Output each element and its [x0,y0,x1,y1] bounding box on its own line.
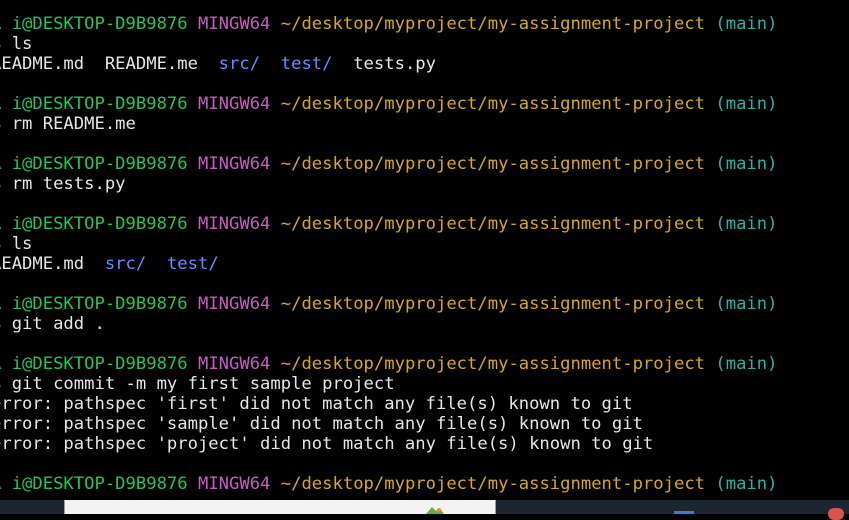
prompt-line: A i@DESKTOP-D9B9876 MINGW64 ~/desktop/my… [0,474,777,494]
prompt-line: A i@DESKTOP-D9B9876 MINGW64 ~/desktop/my… [0,14,777,34]
command-line: $ git commit -m my first sample project [0,374,777,394]
prompt-user-host: A i@DESKTOP-D9B9876 [0,94,188,114]
command-text: $ ls [0,234,33,254]
directory-name: src/ [218,54,261,74]
prompt-user-host: A i@DESKTOP-D9B9876 [0,474,188,494]
prompt-path: ~/desktop/myproject/my-assignment-projec… [280,14,706,34]
output-text: README.md [0,254,105,274]
prompt-user-host: A i@DESKTOP-D9B9876 [0,294,188,314]
prompt-branch: (main) [715,94,778,114]
prompt-user-host: A i@DESKTOP-D9B9876 [0,214,188,234]
command-line: $ rm README.me [0,114,777,134]
prompt-user-host: A i@DESKTOP-D9B9876 [0,14,188,34]
prompt-env: MINGW64 [197,214,271,234]
prompt-line: A i@DESKTOP-D9B9876 MINGW64 ~/desktop/my… [0,94,777,114]
output-line: README.md src/ test/ [0,254,777,274]
prompt-branch: (main) [715,14,778,34]
app-icon [426,507,444,514]
prompt-line: A i@DESKTOP-D9B9876 MINGW64 ~/desktop/my… [0,354,777,374]
command-line: $ ls [0,34,777,54]
output-text: error: pathspec 'project' did not match … [0,434,654,454]
terminal-window[interactable]: A i@DESKTOP-D9B9876 MINGW64 ~/desktop/my… [0,0,849,500]
output-line: error: pathspec 'sample' did not match a… [0,414,777,434]
prompt-path: ~/desktop/myproject/my-assignment-projec… [280,154,706,174]
terminal-output[interactable]: A i@DESKTOP-D9B9876 MINGW64 ~/desktop/my… [0,14,777,494]
directory-name: test/ [280,54,333,74]
command-text: $ git add . [0,314,105,334]
command-line: $ rm tests.py [0,174,777,194]
prompt-line: A i@DESKTOP-D9B9876 MINGW64 ~/desktop/my… [0,214,777,234]
prompt-path: ~/desktop/myproject/my-assignment-projec… [280,474,706,494]
output-line: README.md README.me src/ test/ tests.py [0,54,777,74]
prompt-branch: (main) [715,214,778,234]
output-text: error: pathspec 'first' did not match an… [0,394,633,414]
prompt-path: ~/desktop/myproject/my-assignment-projec… [280,294,706,314]
command-line: $ ls [0,234,777,254]
prompt-branch: (main) [715,354,778,374]
command-line: $ git add . [0,314,777,334]
command-text: $ rm README.me [0,114,136,134]
notification-icon[interactable] [828,508,844,520]
prompt-env: MINGW64 [197,94,271,114]
directory-name: src/ [104,254,147,274]
prompt-env: MINGW64 [197,154,271,174]
prompt-branch: (main) [715,474,778,494]
prompt-env: MINGW64 [197,474,271,494]
prompt-branch: (main) [715,154,778,174]
prompt-path: ~/desktop/myproject/my-assignment-projec… [280,94,706,114]
command-text: $ rm tests.py [0,174,126,194]
prompt-env: MINGW64 [197,14,271,34]
prompt-env: MINGW64 [197,294,271,314]
output-line: error: pathspec 'first' did not match an… [0,394,777,414]
prompt-branch: (main) [715,294,778,314]
output-text: README.md README.me [0,54,219,74]
directory-name: test/ [166,254,219,274]
prompt-path: ~/desktop/myproject/my-assignment-projec… [280,214,706,234]
output-line: error: pathspec 'project' did not match … [0,434,777,454]
prompt-line: A i@DESKTOP-D9B9876 MINGW64 ~/desktop/my… [0,294,777,314]
prompt-user-host: A i@DESKTOP-D9B9876 [0,354,188,374]
command-text: $ git commit -m my first sample project [0,374,395,394]
command-text: $ ls [0,34,33,54]
output-text: tests.py [332,54,436,74]
prompt-user-host: A i@DESKTOP-D9B9876 [0,154,188,174]
prompt-line: A i@DESKTOP-D9B9876 MINGW64 ~/desktop/my… [0,154,777,174]
prompt-env: MINGW64 [197,354,271,374]
output-text: error: pathspec 'sample' did not match a… [0,414,643,434]
prompt-path: ~/desktop/myproject/my-assignment-projec… [280,354,706,374]
